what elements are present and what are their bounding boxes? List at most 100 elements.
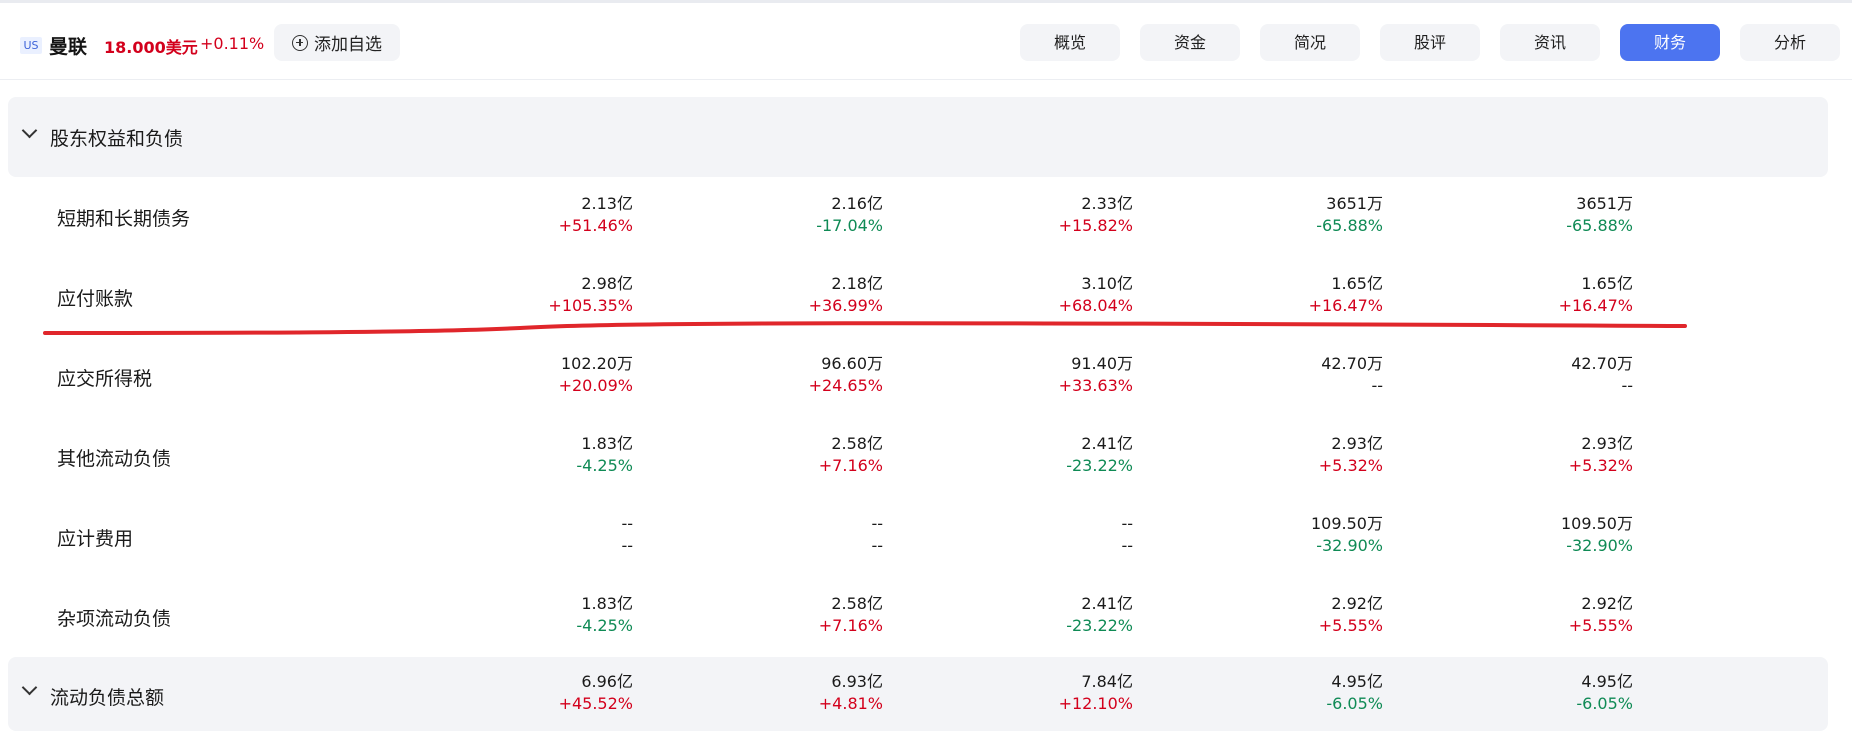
cell-change-pct: -- [621,536,633,555]
row-5-cell-3: -- -- [973,513,1133,557]
row-4-cell-2: 2.58亿 +7.16% [723,433,883,477]
cell-change-pct: -32.90% [1316,536,1383,555]
cell-value: 2.92亿 [1331,594,1383,613]
cell-value: 2.18亿 [831,274,883,293]
cell-change-pct: -- [1121,536,1133,555]
cell-value: 96.60万 [821,354,883,373]
row-3-cell-5: 42.70万 -- [1473,353,1633,397]
row-5-cell-5: 109.50万 -32.90% [1473,513,1633,557]
cell-value: 1.65亿 [1581,274,1633,293]
cell-value: 102.20万 [561,354,633,373]
cell-change-pct: -32.90% [1566,536,1633,555]
row-6-cell-4: 2.92亿 +5.55% [1223,593,1383,637]
cell-change-pct: -17.04% [816,216,883,235]
add-watchlist-button[interactable]: 添加自选 [274,24,400,61]
cell-value: -- [621,514,633,533]
cell-change-pct: -1 [1690,693,1850,715]
cell-value: 8 [1690,353,1850,375]
row-2-cell-1: 2.98亿 +105.35% [473,273,633,317]
plus-circle-icon [292,34,308,51]
cell-value: 2.58亿 [831,434,883,453]
cell-value: 2.16亿 [831,194,883,213]
cell-change-pct: -- [1371,376,1383,395]
cell-value: 3651万 [1326,194,1383,213]
tab-news[interactable]: 资讯 [1500,24,1600,61]
total-row-label: 流动负债总额 [50,687,165,709]
total-cell-6: -1 [1690,671,1850,715]
chevron-down-icon[interactable] [21,122,38,139]
cell-value: 2.41亿 [1081,594,1133,613]
cell-change-pct: +4.81% [818,694,883,713]
tab-reviews[interactable]: 股评 [1380,24,1480,61]
row-label: 应付账款 [57,288,134,310]
row-2-cell-3: 3.10亿 +68.04% [973,273,1133,317]
cell-value: 42.70万 [1321,354,1383,373]
cell-change-pct: +5.55% [1568,616,1633,635]
total-cell-5: 4.95亿 -6.05% [1473,671,1633,715]
row-4-cell-6: -2 [1690,433,1850,477]
section-header-equity-liabilities[interactable]: 股东权益和负债 [8,97,1828,177]
add-watchlist-label: 添加自选 [314,35,382,55]
row-5-cell-4: 109.50万 -32.90% [1223,513,1383,557]
row-4-cell-1: 1.83亿 -4.25% [473,433,633,477]
cell-change-pct: -2 [1690,455,1850,477]
cell-change-pct [1690,535,1850,557]
row-2-cell-4: 1.65亿 +16.47% [1223,273,1383,317]
cell-change-pct: +15.82% [1058,216,1133,235]
tab-overview[interactable]: 概览 [1020,24,1120,61]
cell-change-pct: +5.32% [1568,456,1633,475]
row-6-cell-3: 2.41亿 -23.22% [973,593,1133,637]
cell-change-pct: +68.04% [1058,296,1133,315]
cell-value [1690,273,1850,295]
cell-value: 2.93亿 [1331,434,1383,453]
chevron-down-icon[interactable] [21,679,38,696]
cell-value [1690,671,1850,693]
cell-value: 6.93亿 [831,672,883,691]
stock-name: 曼联 [49,36,88,58]
cell-value: 109.50万 [1311,514,1383,533]
cell-value: 2.41亿 [1081,434,1133,453]
row-1-cell-2: 2.16亿 -17.04% [723,193,883,237]
tab-funds[interactable]: 资金 [1140,24,1240,61]
tab-profile[interactable]: 简况 [1260,24,1360,61]
row-6-cell-6: -2 [1690,593,1850,637]
cell-change-pct: +45.52% [558,694,633,713]
cell-value: 2.92亿 [1581,594,1633,613]
cell-value [1690,433,1850,455]
stock-header: US 曼联 18.000美元 +0.11% 添加自选 概览 资金 简况 股评 资… [0,3,1852,80]
cell-value: 109.50万 [1561,514,1633,533]
cell-value: 1.83亿 [581,594,633,613]
row-label: 杂项流动负债 [57,608,172,630]
cell-change-pct: +16.47% [1558,296,1633,315]
cell-value: 1.83亿 [581,434,633,453]
row-4-cell-5: 2.93亿 +5.32% [1473,433,1633,477]
cell-value [1690,593,1850,615]
stock-change: +0.11% [200,34,265,53]
cell-value: 7.84亿 [1081,672,1133,691]
row-6-cell-1: 1.83亿 -4.25% [473,593,633,637]
row-3-cell-6: 8 [1690,353,1850,397]
tab-financials[interactable]: 财务 [1620,24,1720,61]
cell-change-pct: -- [1621,376,1633,395]
cell-value: 4.95亿 [1581,672,1633,691]
cell-change-pct: +16.47% [1308,296,1383,315]
total-cell-1: 6.96亿 +45.52% [473,671,633,715]
cell-change-pct: +5.55% [1318,616,1383,635]
cell-change-pct: +7.16% [818,616,883,635]
row-label: 应计费用 [57,528,134,550]
row-1-cell-3: 2.33亿 +15.82% [973,193,1133,237]
cell-change-pct: +24.65% [808,376,883,395]
total-cell-2: 6.93亿 +4.81% [723,671,883,715]
cell-change-pct: +105.35% [548,296,633,315]
cell-change-pct: -65.88% [1566,216,1633,235]
cell-value [1690,193,1850,215]
tab-analysis[interactable]: 分析 [1740,24,1840,61]
cell-value: 2.58亿 [831,594,883,613]
row-6-cell-5: 2.92亿 +5.55% [1473,593,1633,637]
row-1-cell-1: 2.13亿 +51.46% [473,193,633,237]
cell-value: 2.33亿 [1081,194,1133,213]
cell-change-pct: -6.05% [1326,694,1383,713]
row-2-cell-2: 2.18亿 +36.99% [723,273,883,317]
cell-change-pct [1690,375,1850,397]
cell-value: -- [1121,514,1133,533]
